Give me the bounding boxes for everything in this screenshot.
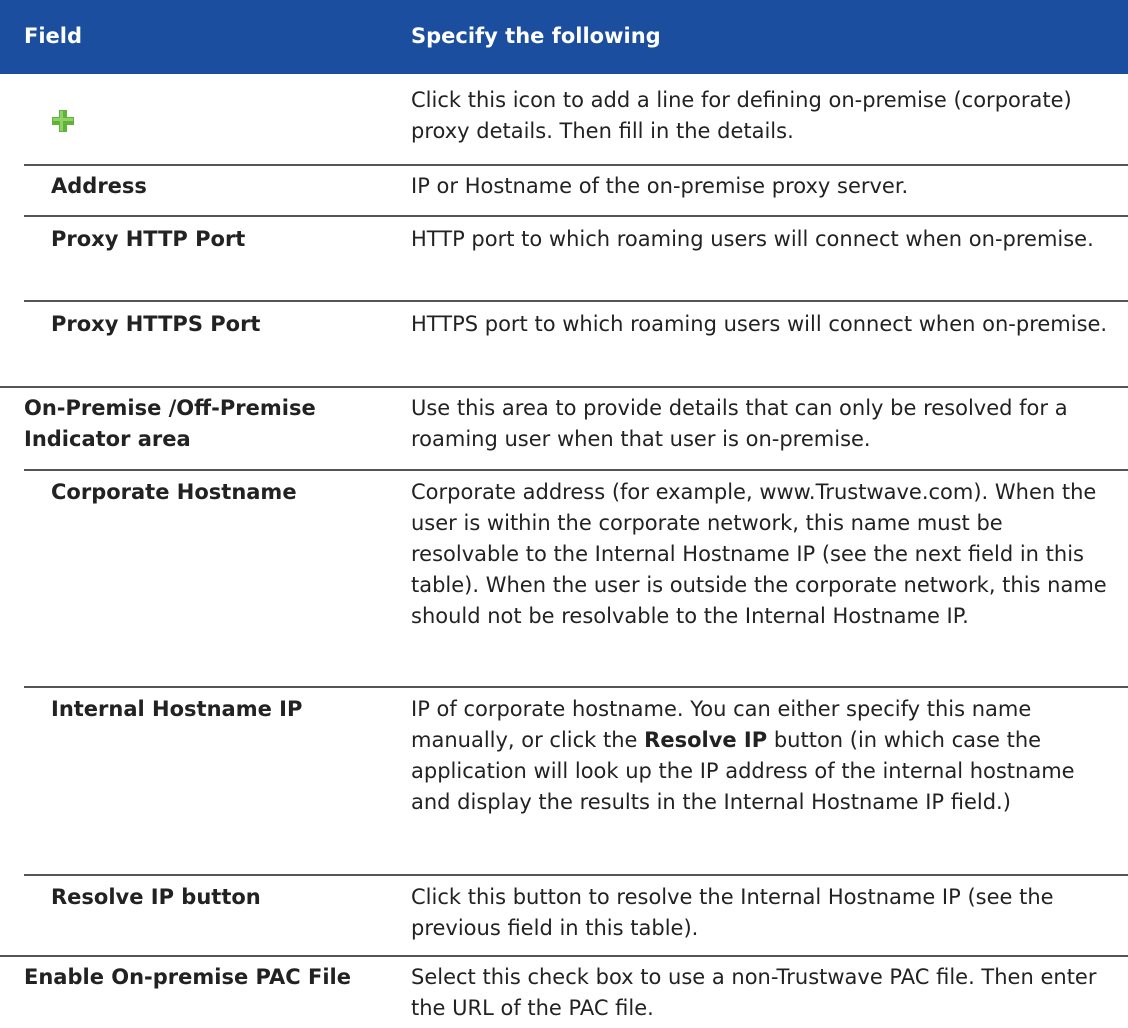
table-header: Field Specify the following [0,0,1128,74]
row-field: Address [51,174,147,198]
row-field: On-Premise /Off-Premise Indicator area [24,396,316,451]
row-field: Resolve IP button [51,885,261,909]
row-description: HTTP port to which roaming users will co… [411,227,1094,251]
header-field: Field [24,24,83,48]
row-description: HTTPS port to which roaming users will c… [411,312,1108,336]
row-field: Internal Hostname IP [51,697,303,721]
row-description: Select this check box to use a non-Trust… [411,965,1097,1020]
row-description: IP or Hostname of the on-premise proxy s… [411,174,909,198]
row-divider [24,164,1128,166]
row-divider [0,386,1128,388]
row-description: Click this button to resolve the Interna… [411,885,1054,940]
row-divider [24,469,1128,471]
add-plus-icon [52,110,74,132]
row-divider [0,955,1128,957]
row-description: Click this icon to add a line for defini… [411,88,1072,143]
row-field: Proxy HTTPS Port [51,312,261,336]
row-divider [24,874,1128,876]
header-specify: Specify the following [411,24,661,48]
row-description: IP of corporate hostname. You can either… [411,694,1111,818]
row-divider [24,686,1128,688]
row-description: Use this area to provide details that ca… [411,396,1068,451]
row-field: Proxy HTTP Port [51,227,246,251]
row-field: Corporate Hostname [51,480,297,504]
row-description: Corporate address (for example, www.Trus… [411,480,1107,628]
row-divider [24,300,1128,302]
row-divider [24,215,1128,217]
resolve-ip-label: Resolve IP [644,728,768,752]
row-field: Enable On-premise PAC File [24,965,351,989]
